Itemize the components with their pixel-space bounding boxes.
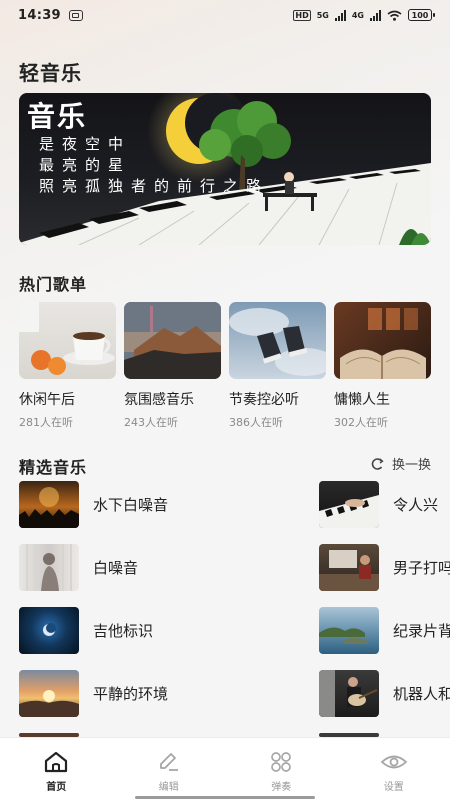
home-indicator[interactable]	[135, 796, 315, 799]
music-name: 男子打吗	[393, 559, 450, 577]
music-thumb	[19, 481, 79, 528]
wifi-icon	[387, 10, 402, 21]
playlist-listeners: 386人在听	[229, 416, 283, 429]
refresh-label: 换一换	[391, 458, 431, 473]
man-desk-image	[319, 550, 379, 591]
music-item[interactable]: 平静的环境	[19, 670, 168, 717]
blue-moon-image	[43, 623, 56, 636]
hot-playlists-title: 热门歌单	[19, 275, 88, 294]
playlist-listeners: 243人在听	[124, 416, 178, 429]
music-item[interactable]: 纪录片背	[319, 607, 450, 654]
nav-settings[interactable]: 设置	[338, 738, 450, 800]
grid-icon	[271, 752, 292, 772]
playlist-listeners: 281人在听	[19, 416, 73, 429]
mountain-sunset-image	[124, 302, 221, 379]
nav-label: 编辑	[158, 782, 179, 793]
hot-playlists: 休闲午后 281人在听 氛围感音乐 243人在听 节奏控必听 386人在听 慵懒…	[19, 302, 431, 430]
playlist-listeners: 302人在听	[334, 416, 388, 429]
playlist-name: 慵懒人生	[334, 392, 390, 408]
music-name: 白噪音	[93, 559, 139, 577]
banner[interactable]: 音乐 是夜空中 最亮的星 照亮孤独者的前行之路	[19, 93, 431, 245]
music-thumb	[319, 544, 379, 591]
status-time: 14:39	[18, 7, 61, 23]
bottom-nav: 首页 编辑 弹奏 设置	[0, 737, 450, 800]
music-name: 纪录片背	[393, 622, 450, 640]
music-thumb	[319, 607, 379, 654]
banner-line-1: 是夜空中	[39, 135, 132, 153]
playlist-cover	[334, 302, 431, 379]
banner-title: 音乐	[27, 100, 88, 133]
network-5g-label: 5G	[316, 10, 329, 20]
music-item[interactable]: 白噪音	[19, 544, 138, 591]
music-item[interactable]: 机器人和	[319, 670, 450, 717]
tea-cup-image	[19, 302, 115, 375]
battery-icon: 100	[408, 9, 435, 21]
music-item[interactable]: 水下白噪音	[19, 481, 168, 528]
nav-home[interactable]: 首页	[0, 738, 113, 800]
banner-line-3: 照亮孤独者的前行之路	[39, 177, 270, 195]
music-thumb	[319, 481, 379, 528]
banner-line-2: 最亮的星	[39, 156, 132, 174]
music-item[interactable]: 令人兴	[319, 481, 438, 528]
playlist-card[interactable]: 节奏控必听 386人在听	[229, 302, 326, 430]
playlist-card[interactable]: 慵懒人生 302人在听	[334, 302, 431, 430]
sneakers-sky-image	[229, 308, 326, 376]
settings-icon	[380, 755, 408, 769]
music-item[interactable]: 吉他标识	[19, 607, 153, 654]
silhouette-curtain-image	[26, 544, 72, 591]
status-bar: 14:39 HD 5G 4G 100	[0, 0, 450, 30]
refresh-icon	[371, 457, 384, 470]
refresh-button[interactable]: 换一换	[371, 454, 431, 473]
music-name: 吉他标识	[93, 622, 154, 640]
nav-edit[interactable]: 编辑	[113, 738, 226, 800]
playlist-name: 休闲午后	[19, 392, 75, 408]
signal-icon-2	[370, 9, 381, 21]
nav-play[interactable]: 弹奏	[225, 738, 338, 800]
music-name: 机器人和	[393, 685, 450, 703]
guitar-player-image	[319, 670, 378, 717]
nav-label: 首页	[46, 782, 67, 793]
playlist-name: 氛围感音乐	[124, 392, 194, 408]
music-name: 令人兴	[393, 496, 439, 514]
playlist-cover	[124, 302, 221, 379]
playlist-card[interactable]: 休闲午后 281人在听	[19, 302, 116, 430]
music-thumb	[19, 607, 79, 654]
status-indicators: HD 5G 4G 100	[293, 9, 435, 21]
playlist-card[interactable]: 氛围感音乐 243人在听	[124, 302, 221, 430]
network-4g-label: 4G	[351, 10, 364, 20]
concert-crowd-image	[19, 487, 79, 528]
featured-title: 精选音乐	[19, 458, 88, 477]
home-icon	[45, 751, 68, 773]
coastal-island-image	[319, 627, 367, 644]
music-item[interactable]: 男子打吗	[319, 544, 450, 591]
piano-hands-image	[319, 495, 379, 528]
hd-badge: HD	[293, 9, 311, 21]
signal-icon	[334, 9, 346, 21]
music-thumb	[319, 670, 379, 717]
playlist-cover	[229, 302, 326, 379]
nav-label: 设置	[383, 782, 404, 793]
nav-label: 弹奏	[271, 782, 292, 793]
sunset-clouds-image	[19, 690, 79, 717]
notification-icon	[68, 9, 83, 21]
music-thumb	[19, 544, 79, 591]
music-name: 平静的环境	[93, 685, 169, 703]
edit-icon	[159, 753, 178, 771]
app-title: 轻音乐	[19, 61, 82, 85]
music-thumb	[19, 670, 79, 717]
open-book-image	[340, 308, 426, 379]
playlist-cover	[19, 302, 116, 379]
playlist-name: 节奏控必听	[229, 392, 299, 408]
music-name: 水下白噪音	[93, 496, 169, 514]
